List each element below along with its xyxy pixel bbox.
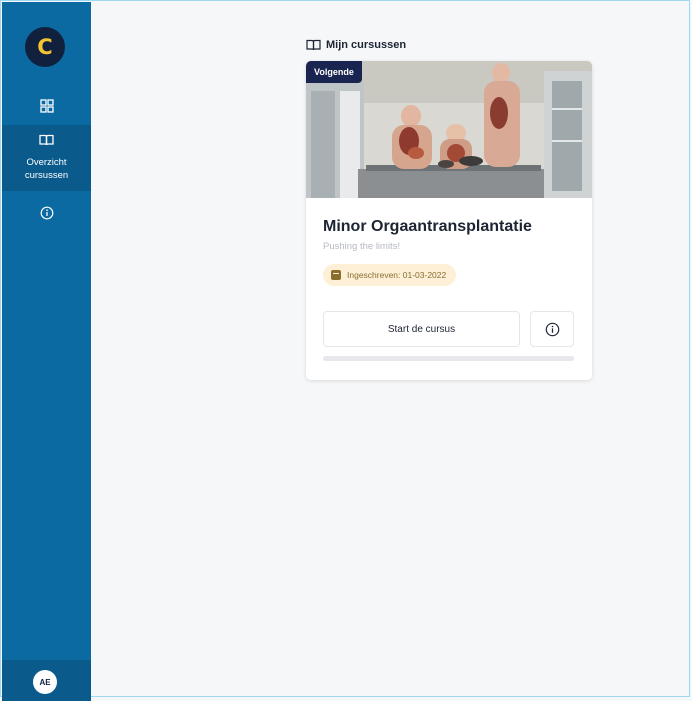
page-title: Mijn cursussen [306, 37, 406, 53]
next-badge: Volgende [306, 61, 362, 83]
start-course-button[interactable]: Start de cursus [323, 311, 520, 347]
course-subtitle: Pushing the limits! [323, 241, 401, 252]
sidebar-item-label-line1: Overzicht [26, 157, 67, 168]
app-logo[interactable]: C [25, 27, 65, 67]
logo-letter: C [37, 35, 53, 59]
info-icon [40, 206, 53, 220]
calendar-icon [331, 270, 341, 280]
course-title: Minor Orgaantransplantatie [323, 218, 532, 235]
book-icon [39, 134, 54, 146]
info-icon [545, 322, 559, 336]
enrollment-badge: Ingeschreven: 01-03-2022 [323, 264, 457, 286]
book-icon [306, 39, 321, 51]
avatar[interactable]: AE [33, 670, 57, 694]
course-info-button[interactable] [530, 311, 574, 347]
sidebar-item-info[interactable] [2, 206, 91, 220]
dashboard-icon [39, 99, 54, 113]
sidebar-item-dashboard[interactable] [2, 99, 91, 113]
page-title-text: Mijn cursussen [326, 39, 407, 51]
sidebar-item-label-line2: cursussen [24, 170, 69, 181]
course-progress-bar [323, 356, 574, 361]
user-zone: AE [2, 660, 91, 701]
sidebar-item-overzicht-cursussen[interactable]: Overzicht cursussen [2, 125, 91, 191]
enrollment-date: Ingeschreven: 01-03-2022 [347, 270, 447, 280]
sidebar: C Overzicht cursussen AE [2, 2, 91, 701]
course-card[interactable]: Volgende Minor Orgaantransplantatie Push… [306, 61, 592, 380]
